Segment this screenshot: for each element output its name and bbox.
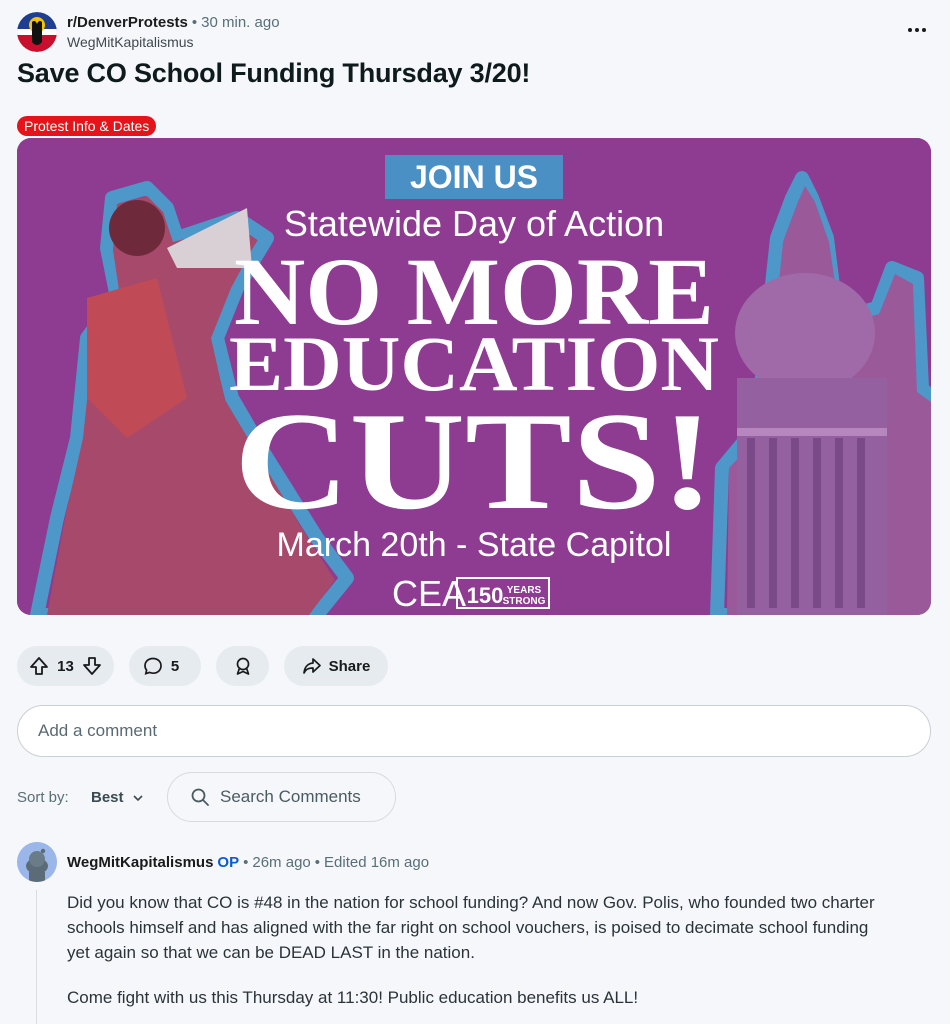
avatar[interactable] xyxy=(17,842,57,882)
separator-dot: • xyxy=(314,854,321,871)
sort-value: Best xyxy=(91,789,124,806)
comment-body: Did you know that CO is #48 in the natio… xyxy=(67,890,887,1024)
op-badge: OP xyxy=(217,854,240,871)
separator-dot: • xyxy=(191,14,198,31)
image-footer: March 20th - State Capitol xyxy=(277,526,672,564)
share-label: Share xyxy=(328,657,371,675)
join-us-text: JOIN US xyxy=(410,159,538,195)
award-icon xyxy=(233,656,253,676)
separator-dot: • xyxy=(243,854,249,871)
comment-paragraph: Did you know that CO is #48 in the natio… xyxy=(67,893,875,962)
search-comments-placeholder: Search Comments xyxy=(220,787,361,806)
post-title: Save CO School Funding Thursday 3/20! xyxy=(17,58,531,88)
sort-dropdown[interactable]: Best xyxy=(91,789,144,806)
comment-edited: Edited 16m ago xyxy=(324,854,430,871)
comment-count: 5 xyxy=(170,657,180,675)
image-headline-3: CUTS! xyxy=(234,384,714,539)
comments-button[interactable]: 5 xyxy=(129,646,201,686)
badge-strong: STRONG xyxy=(503,596,546,607)
speech-bubble-icon xyxy=(143,656,163,676)
comment-time: 26m ago xyxy=(252,854,311,871)
subreddit-avatar[interactable] xyxy=(17,12,57,52)
post-meta: r/DenverProtests • 30 min. ago xyxy=(67,14,280,31)
comment-paragraph: Come fight with us this Thursday at 11:3… xyxy=(67,988,639,1007)
badge-number: 150 xyxy=(467,583,504,608)
vote-count: 13 xyxy=(57,657,74,675)
search-comments-input[interactable]: Search Comments xyxy=(167,772,396,822)
cea-logo-text: CEA xyxy=(392,573,466,614)
sort-label: Sort by: xyxy=(17,789,69,806)
award-button[interactable] xyxy=(216,646,269,686)
share-arrow-icon xyxy=(302,656,322,676)
subreddit-name[interactable]: r/DenverProtests xyxy=(67,14,188,31)
more-options-icon[interactable] xyxy=(905,18,929,42)
thread-line[interactable] xyxy=(36,890,37,1024)
add-comment-input[interactable]: Add a comment xyxy=(17,705,931,757)
share-button[interactable]: Share xyxy=(284,646,388,686)
comment: WegMitKapitalismus OP • 26m ago • Edited 16m … xyxy=(17,840,933,1024)
post-author[interactable]: WegMitKapitalismus xyxy=(67,34,194,50)
post-image[interactable]: JOIN US Statewide Day of Action NO MORE … xyxy=(17,138,931,615)
sort-row: Sort by: Best Search Comments xyxy=(17,772,617,822)
arrow-down-icon[interactable] xyxy=(82,656,102,676)
arrow-up-icon[interactable] xyxy=(29,656,49,676)
chevron-down-icon xyxy=(132,794,143,801)
search-icon xyxy=(191,788,209,806)
vote-control: 13 xyxy=(17,646,114,686)
post-page: r/DenverProtests • 30 min. ago WegMitKapit… xyxy=(0,0,950,1024)
post-header: r/DenverProtests • 30 min. ago WegMitKapit… xyxy=(17,10,933,54)
badge-years: YEARS xyxy=(507,585,542,596)
post-action-bar: 13 5 Share xyxy=(17,646,617,686)
comment-author[interactable]: WegMitKapitalismus xyxy=(67,854,213,871)
post-time: 30 min. ago xyxy=(201,14,280,31)
post-flair[interactable]: Protest Info & Dates xyxy=(17,116,157,136)
comment-meta: WegMitKapitalismus OP • 26m ago • Edited 16m … xyxy=(67,854,429,871)
